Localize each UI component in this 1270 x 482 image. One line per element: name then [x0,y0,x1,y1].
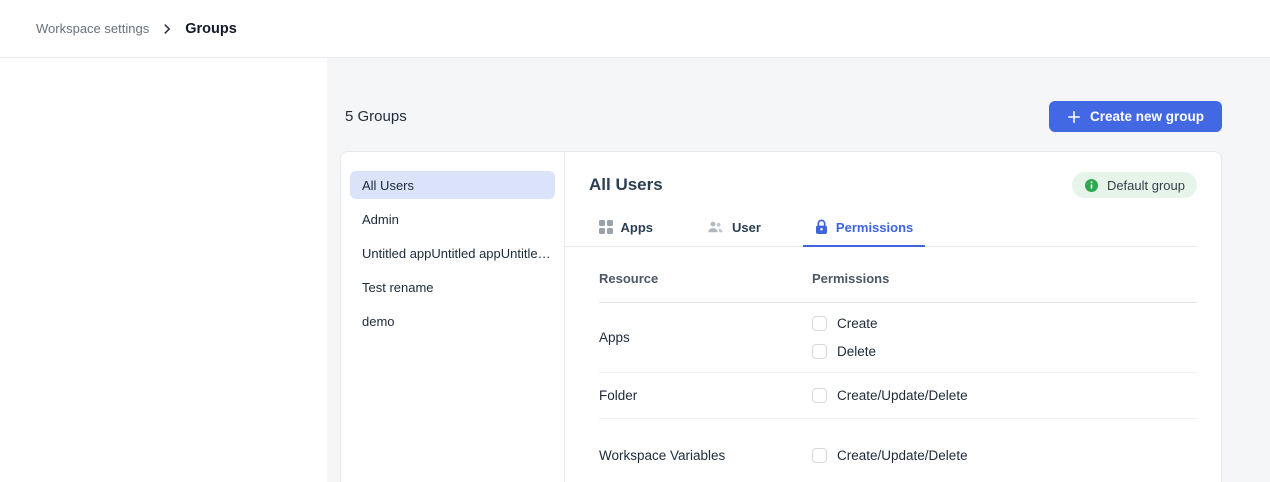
group-item-untitled-app[interactable]: Untitled appUntitled appUntitle… [350,239,555,267]
apps-delete-checkbox[interactable] [812,344,827,359]
group-item-all-users[interactable]: All Users [350,171,555,199]
tab-apps[interactable]: Apps [587,215,665,246]
groups-card: All Users Admin Untitled appUntitled app… [340,151,1222,482]
resource-label-workspace-variables: Workspace Variables [599,448,812,463]
group-item-test-rename[interactable]: Test rename [350,273,555,301]
table-row-folder: Folder Create/Update/Delete [599,373,1197,419]
workspace-variables-cud-label: Create/Update/Delete [837,448,968,463]
create-new-group-label: Create new group [1090,109,1204,124]
resource-label-apps: Apps [599,330,812,345]
apps-create-checkbox[interactable] [812,316,827,331]
top-bar: Workspace settings Groups [0,0,1270,58]
column-header-resource: Resource [599,271,812,286]
workspace-variables-cud-checkbox[interactable] [812,448,827,463]
folder-cud-label: Create/Update/Delete [837,388,968,403]
tab-bar: Apps User Permissions [564,215,1197,247]
tab-user[interactable]: User [695,215,773,246]
default-group-badge: Default group [1072,172,1197,198]
tab-user-label: User [732,220,761,235]
info-icon [1084,178,1099,193]
folder-cud-checkbox[interactable] [812,388,827,403]
plus-icon [1067,110,1081,124]
group-item-admin[interactable]: Admin [350,205,555,233]
tab-apps-label: Apps [621,220,654,235]
group-item-demo[interactable]: demo [350,307,555,335]
grid-icon [599,220,613,234]
group-detail: All Users Default group Apps [565,152,1221,482]
group-title: All Users [589,175,663,195]
breadcrumb-parent-link[interactable]: Workspace settings [36,21,149,36]
column-header-permissions: Permissions [812,271,1197,286]
group-list: All Users Admin Untitled appUntitled app… [341,152,565,482]
resource-label-folder: Folder [599,388,812,403]
users-icon [707,220,724,234]
tab-permissions[interactable]: Permissions [803,215,925,246]
main-area: 5 Groups Create new group All Users Admi… [327,58,1270,482]
apps-delete-label: Delete [837,344,876,359]
breadcrumb-current: Groups [185,21,237,37]
table-row-workspace-variables: Workspace Variables Create/Update/Delete [599,419,1197,482]
chevron-right-icon [160,22,174,36]
groups-header: 5 Groups Create new group [340,58,1222,132]
table-row-apps: Apps Create Delete [599,303,1197,373]
tab-permissions-label: Permissions [836,220,913,235]
lock-icon [815,219,828,235]
permissions-table-header: Resource Permissions [599,256,1197,303]
permissions-table: Resource Permissions Apps Create Delete [589,256,1197,482]
group-detail-header: All Users Default group [589,172,1197,198]
default-group-badge-label: Default group [1107,178,1185,193]
groups-count-label: 5 Groups [345,108,407,125]
create-new-group-button[interactable]: Create new group [1049,101,1222,132]
apps-create-label: Create [837,316,878,331]
